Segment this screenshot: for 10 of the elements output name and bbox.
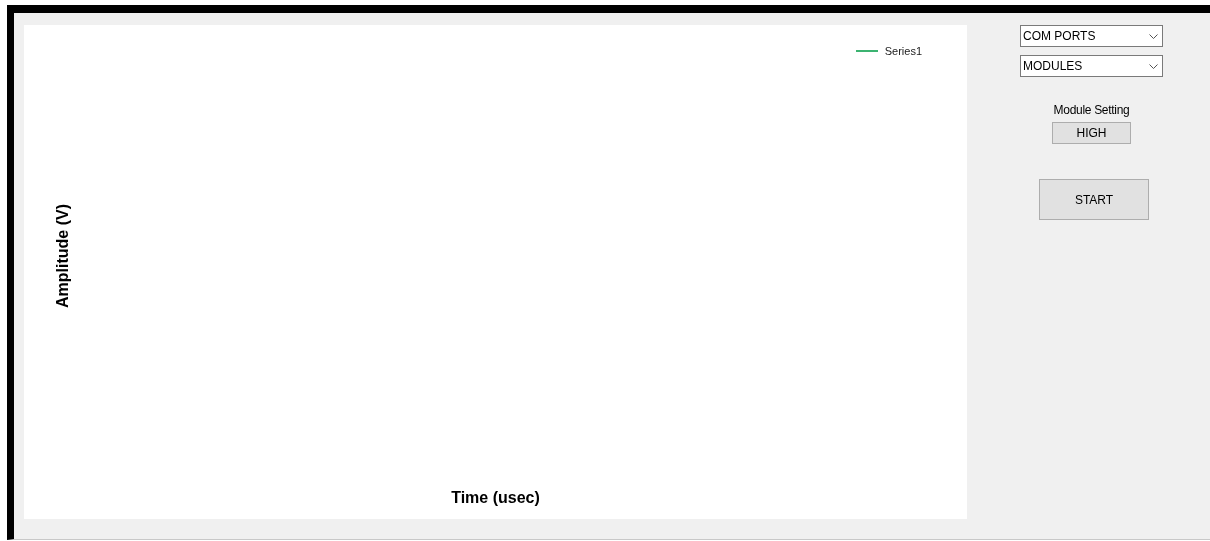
start-button[interactable]: START (1039, 179, 1149, 220)
chevron-down-icon (1149, 33, 1158, 39)
chevron-down-icon (1149, 63, 1158, 69)
module-setting-value: HIGH (1052, 122, 1131, 144)
y-axis-title: Amplitude (V) (54, 204, 72, 308)
dropdown[interactable]: MODULES (1020, 55, 1163, 77)
legend-label: Series1 (884, 45, 922, 57)
dropdown[interactable]: COM PORTS (1020, 25, 1163, 47)
x-axis-title: Time (usec) (451, 489, 540, 507)
module-setting-label: Module Setting (1053, 103, 1130, 117)
